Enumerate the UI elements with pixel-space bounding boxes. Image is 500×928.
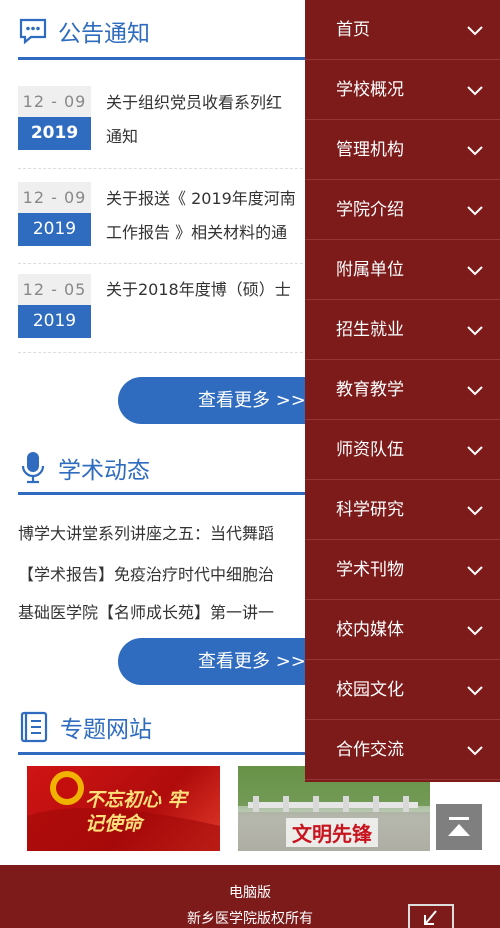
menu-item-label: 校内媒体 (336, 620, 404, 640)
chevron-down-icon (467, 26, 483, 36)
menu-item[interactable]: 管理机构 (305, 120, 500, 180)
academic-divider (18, 492, 318, 495)
notice-date-year: 2019 (18, 117, 91, 150)
notice-date-md: 12 - 05 (18, 274, 91, 305)
notice-date-year: 2019 (18, 213, 91, 246)
chevron-down-icon (467, 146, 483, 156)
menu-item[interactable]: 首页 (305, 0, 500, 60)
menu-item-label: 学术刊物 (336, 560, 404, 580)
microphone-icon (21, 452, 45, 484)
chevron-down-icon (467, 266, 483, 276)
menu-item-label: 校园文化 (336, 680, 404, 700)
back-to-top-icon (448, 817, 470, 836)
menu-item[interactable]: 合作交流 (305, 720, 500, 780)
notices-title: 公告通知 (58, 21, 150, 47)
corner-button[interactable] (408, 904, 454, 928)
notice-title-line2: 通知 (106, 127, 139, 146)
notice-title-line1: 关于报送《 2019年度河南 (106, 189, 296, 208)
notice-title-line1: 关于2018年度博（硕）士 (106, 280, 291, 299)
notices-header: 公告通知 (18, 14, 150, 48)
menu-item[interactable]: 附属单位 (305, 240, 500, 300)
menu-item[interactable]: 学院介绍 (305, 180, 500, 240)
menu-item[interactable]: 科学研究 (305, 480, 500, 540)
topics-divider (18, 752, 318, 755)
menu-item-label: 合作交流 (336, 740, 404, 760)
notice-separator (18, 168, 318, 169)
notice-date: 12 - 05 2019 (18, 274, 91, 338)
banner-party-text: 不忘初心 牢记使命 (85, 789, 187, 835)
academic-title: 学术动态 (58, 458, 150, 484)
menu-item[interactable]: 校园文化 (305, 660, 500, 720)
menu-item-label: 招生就业 (336, 320, 404, 340)
notices-divider (18, 57, 318, 60)
chevron-down-icon (467, 686, 483, 696)
chevron-down-icon (467, 746, 483, 756)
menu-item[interactable]: 学术刊物 (305, 540, 500, 600)
menu-item[interactable]: 招生就业 (305, 300, 500, 360)
topics-title: 专题网站 (60, 717, 152, 743)
notice-date-md: 12 - 09 (18, 86, 91, 117)
menu-item-label: 学院介绍 (336, 200, 404, 220)
document-list-icon (20, 711, 48, 743)
menu-item[interactable]: 校内媒体 (305, 600, 500, 660)
banner-party[interactable]: 不忘初心 牢记使命 (27, 766, 220, 851)
menu-item-label: 教育教学 (336, 380, 404, 400)
chevron-down-icon (467, 566, 483, 576)
topics-header: 专题网站 (18, 710, 152, 744)
chevron-down-icon (467, 206, 483, 216)
pc-version-link[interactable]: 电脑版 (0, 882, 500, 902)
academic-item-1[interactable]: 博学大讲堂系列讲座之五：当代舞蹈 (18, 520, 318, 544)
arrow-down-left-icon (424, 910, 437, 925)
notice-date-year: 2019 (18, 305, 91, 338)
chevron-down-icon (467, 86, 483, 96)
notice-date-md: 12 - 09 (18, 182, 91, 213)
back-to-top-button[interactable] (436, 804, 482, 850)
notice-title-line1: 关于组织党员收看系列红 (106, 93, 283, 112)
chevron-down-icon (467, 326, 483, 336)
chevron-down-icon (467, 446, 483, 456)
menu-item-label: 学校概况 (336, 80, 404, 100)
notice-separator (18, 263, 318, 264)
academic-item-3[interactable]: 基础医学院【名师成长苑】第一讲一 (18, 599, 318, 623)
speech-bubble-icon (19, 18, 47, 45)
menu-item-label: 科学研究 (336, 500, 404, 520)
side-menu: 首页学校概况管理机构学院介绍附属单位招生就业教育教学师资队伍科学研究学术刊物校内… (305, 0, 500, 782)
menu-item[interactable]: 教育教学 (305, 360, 500, 420)
menu-item-label: 首页 (336, 20, 370, 40)
academic-item-2[interactable]: 【学术报告】免疫治疗时代中细胞治 (18, 561, 318, 585)
chevron-down-icon (467, 386, 483, 396)
chevron-down-icon (467, 626, 483, 636)
menu-item[interactable]: 师资队伍 (305, 420, 500, 480)
notice-title-line2: 工作报告 》相关材料的通 (106, 223, 288, 242)
chevron-down-icon (467, 506, 483, 516)
banner-civilization-text: 文明先锋 (286, 818, 378, 847)
academic-header: 学术动态 (18, 450, 150, 486)
menu-item-label: 师资队伍 (336, 440, 404, 460)
notice-separator (18, 352, 318, 353)
menu-item-label: 附属单位 (336, 260, 404, 280)
menu-item-label: 管理机构 (336, 140, 404, 160)
menu-item[interactable]: 学校概况 (305, 60, 500, 120)
notice-date: 12 - 09 2019 (18, 86, 91, 150)
notice-date: 12 - 09 2019 (18, 182, 91, 246)
